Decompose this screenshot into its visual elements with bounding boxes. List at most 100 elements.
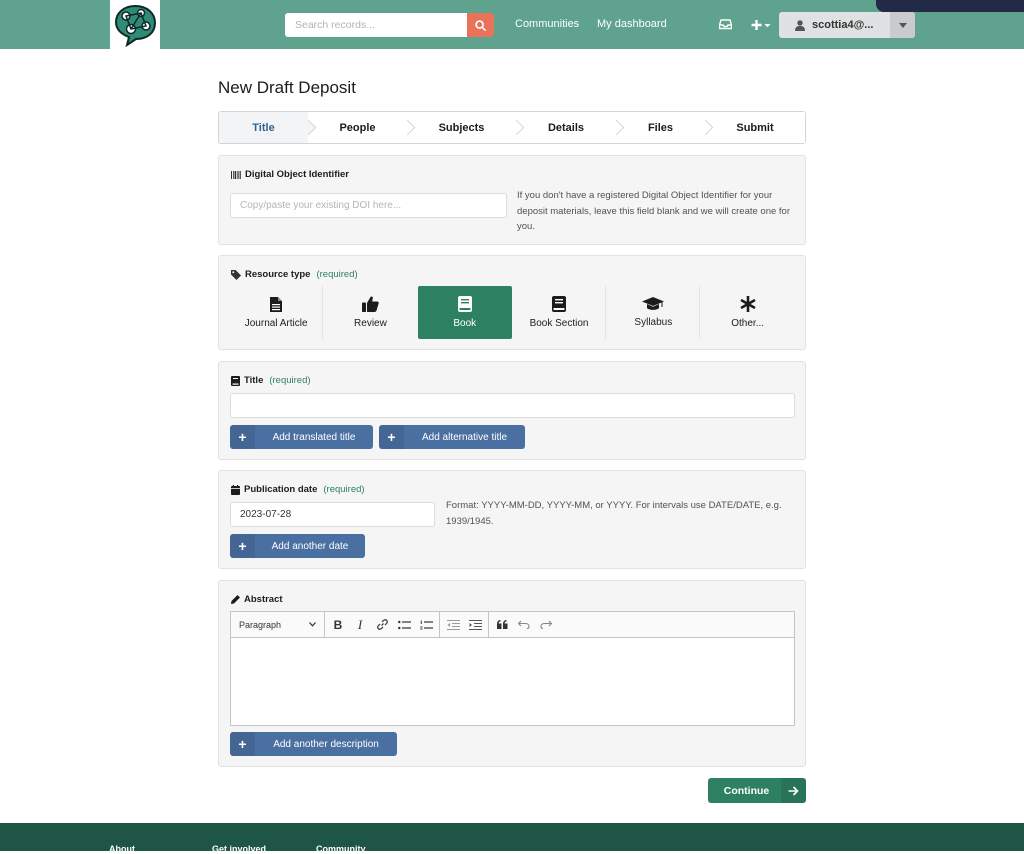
step-files[interactable]: Files <box>616 112 705 143</box>
redo-button[interactable] <box>535 612 557 638</box>
resource-type-journal-article[interactable]: Journal Article <box>229 286 324 339</box>
plus-icon: + <box>379 425 404 449</box>
step-details[interactable]: Details <box>516 112 616 143</box>
paragraph-format-value: Paragraph <box>239 619 282 630</box>
deposit-steps: Title People Subjects Details Files Subm… <box>218 111 806 144</box>
step-label: Submit <box>736 121 774 134</box>
doi-help-text: If you don't have a registered Digital O… <box>517 190 791 232</box>
outdent-button[interactable] <box>442 612 464 638</box>
book-icon <box>231 375 240 386</box>
step-people[interactable]: People <box>308 112 407 143</box>
step-submit[interactable]: Submit <box>705 112 805 143</box>
inbox-icon[interactable] <box>718 17 733 35</box>
resource-type-label: Other... <box>731 318 765 329</box>
title-input[interactable] <box>230 393 795 418</box>
step-label: Files <box>647 121 674 134</box>
pencil-icon <box>231 595 240 604</box>
numbered-list-icon <box>419 620 433 629</box>
numbered-list-button[interactable] <box>415 612 437 638</box>
resource-type-label: Resource type (required) <box>231 269 358 280</box>
resource-type-other[interactable]: Other... <box>700 286 794 339</box>
user-menu-button[interactable]: scottia4@... <box>779 12 915 38</box>
user-dropdown-caret[interactable] <box>890 12 915 38</box>
barcode-icon <box>231 170 241 179</box>
footer-heading-community[interactable]: Community <box>316 844 366 854</box>
user-name: scottia4@... <box>812 19 874 31</box>
search-button[interactable] <box>467 13 494 37</box>
resource-type-label: Book <box>453 318 477 329</box>
italic-icon: I <box>357 616 363 632</box>
graduation-cap-icon <box>642 297 665 310</box>
add-another-date-button[interactable]: + Add another date <box>230 534 365 558</box>
nav-my-dashboard-link[interactable]: My dashboard <box>597 18 667 30</box>
book-section-icon <box>552 296 567 312</box>
button-label: Add translated title <box>272 431 356 443</box>
doi-label: Digital Object Identifier <box>231 169 349 180</box>
abstract-panel: Abstract Paragraph B I + Add another des… <box>218 580 806 767</box>
logo-icon <box>114 4 157 47</box>
paragraph-format-select[interactable]: Paragraph <box>231 611 325 638</box>
button-label: Add another date <box>271 540 349 552</box>
abstract-editor-content[interactable] <box>231 638 794 725</box>
add-menu-icon[interactable] <box>751 18 771 36</box>
site-logo[interactable] <box>110 0 160 49</box>
abstract-label-text: Abstract <box>244 594 283 605</box>
button-label: Add alternative title <box>421 431 508 443</box>
resource-type-review[interactable]: Review <box>323 286 417 339</box>
add-translated-title-button[interactable]: + Add translated title <box>230 425 373 449</box>
add-another-description-button[interactable]: + Add another description <box>230 732 397 756</box>
undo-button[interactable] <box>513 612 535 638</box>
italic-button[interactable]: I <box>349 612 371 638</box>
toolbar-divider <box>439 611 440 638</box>
chevron-down-icon <box>309 622 316 627</box>
thumbs-up-icon <box>361 296 379 312</box>
required-marker: (required) <box>316 269 358 280</box>
indent-button[interactable] <box>464 612 486 638</box>
bulleted-list-button[interactable] <box>393 612 415 638</box>
step-title[interactable]: Title <box>219 112 308 143</box>
quote-icon <box>496 620 507 629</box>
footer-heading-about[interactable]: About <box>109 844 135 854</box>
resource-type-label: Syllabus <box>634 317 673 328</box>
link-button[interactable] <box>371 612 393 638</box>
plus-icon: + <box>230 732 255 756</box>
plus-icon: + <box>230 425 255 449</box>
step-subjects[interactable]: Subjects <box>407 112 516 143</box>
resource-type-label: Review <box>354 318 387 329</box>
abstract-editor: Paragraph B I <box>230 611 795 726</box>
bulleted-list-icon <box>397 620 411 629</box>
resource-type-syllabus[interactable]: Syllabus <box>606 286 701 339</box>
link-icon <box>376 619 388 630</box>
footer-heading-get-involved[interactable]: Get involved <box>212 844 266 854</box>
doi-panel: Digital Object Identifier If you don't h… <box>218 155 806 245</box>
blockquote-button[interactable] <box>491 612 513 638</box>
calendar-icon <box>231 484 240 495</box>
resource-type-book[interactable]: Book <box>417 286 512 339</box>
resource-type-panel: Resource type (required) Journal Article… <box>218 255 806 350</box>
bold-icon: B <box>333 617 343 632</box>
plus-icon: + <box>230 534 255 558</box>
arrow-right-icon <box>781 778 806 803</box>
doi-input[interactable] <box>230 193 507 218</box>
continue-label: Continue <box>723 784 770 797</box>
continue-button[interactable]: Continue <box>708 778 806 803</box>
publication-date-input[interactable] <box>230 502 435 527</box>
step-label: Title <box>252 121 275 134</box>
caret-down-icon <box>898 22 907 28</box>
resource-type-book-section[interactable]: Book Section <box>512 286 607 339</box>
publication-date-label: Publication date (required) <box>231 484 365 495</box>
file-icon <box>270 296 283 312</box>
add-alternative-title-button[interactable]: + Add alternative title <box>379 425 525 449</box>
nav-communities-link[interactable]: Communities <box>515 18 579 30</box>
indent-icon <box>468 619 482 630</box>
undo-icon <box>518 620 530 629</box>
search-input[interactable] <box>285 13 467 37</box>
resource-type-label: Journal Article <box>244 317 308 329</box>
resource-type-label-text: Resource type <box>245 269 311 280</box>
resource-type-label: Book Section <box>529 318 589 329</box>
tag-icon <box>231 269 241 280</box>
bold-button[interactable]: B <box>327 612 349 638</box>
title-label-text: Title <box>244 375 264 386</box>
redo-icon <box>540 620 552 629</box>
page-title: New Draft Deposit <box>218 78 356 97</box>
